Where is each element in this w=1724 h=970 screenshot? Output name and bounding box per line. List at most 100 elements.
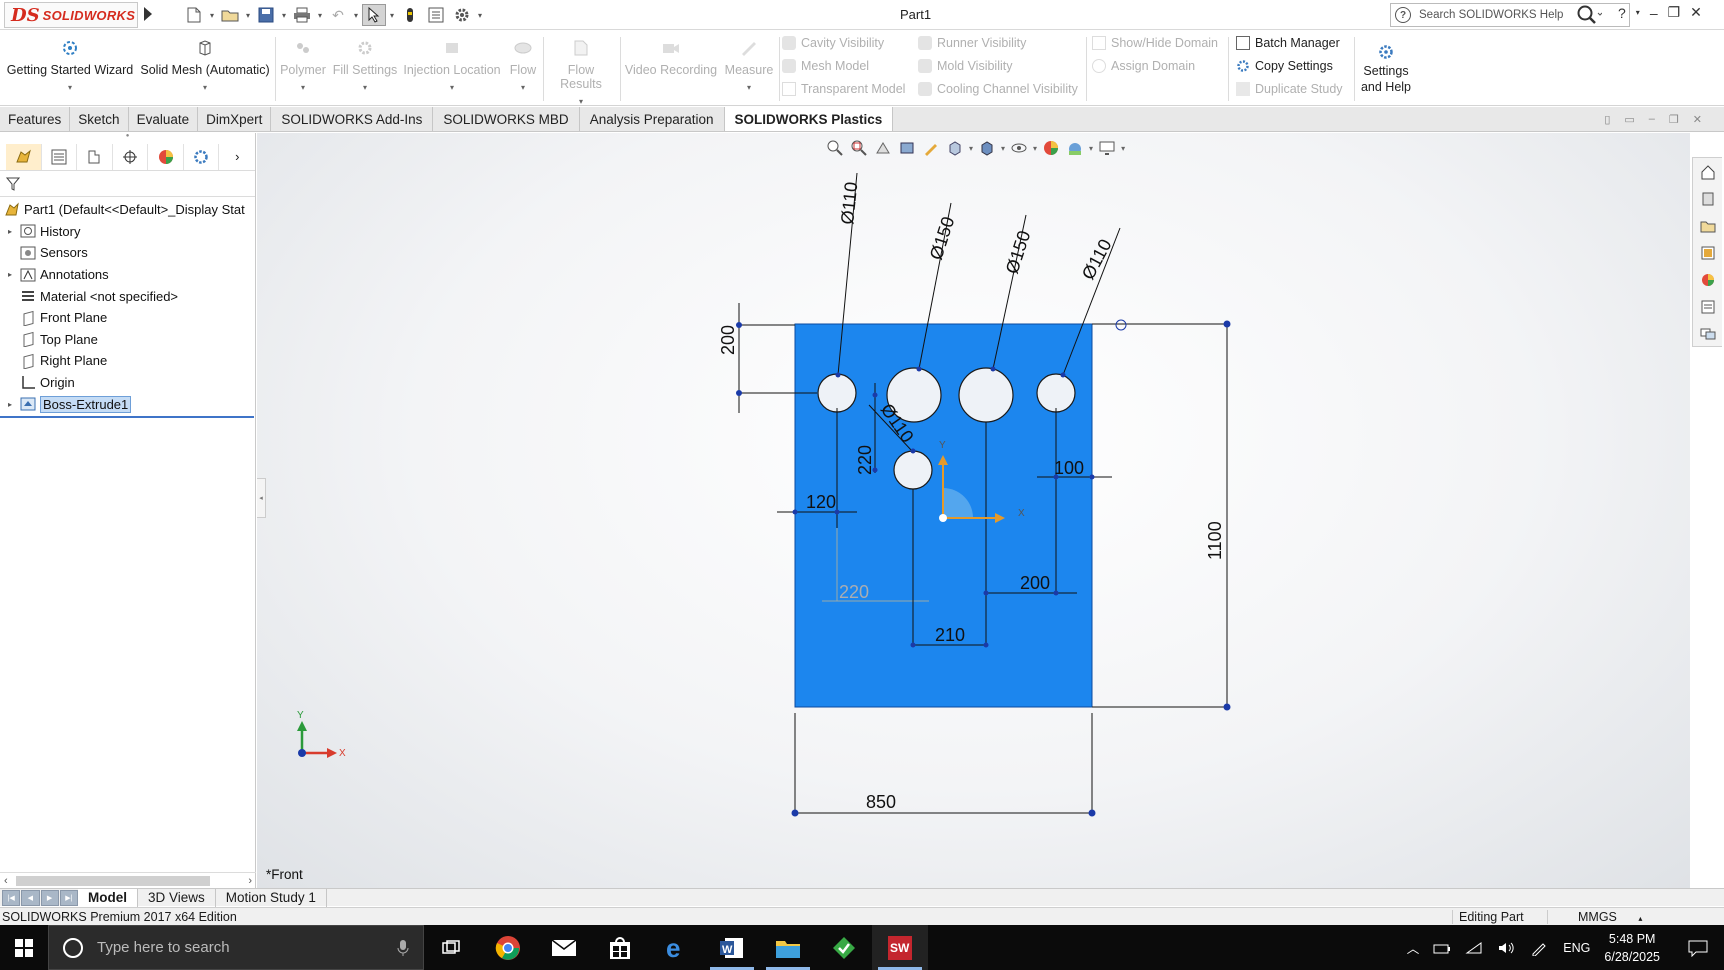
feature-tree-horizontal-scrollbar[interactable]: ‹ › (0, 872, 256, 888)
taskbar-search-input[interactable]: Type here to search (48, 925, 424, 970)
getting-started-wizard-button[interactable]: Getting Started Wizard ▾ (6, 37, 134, 92)
word-icon[interactable]: W (704, 925, 760, 970)
options-gear-icon[interactable] (450, 4, 474, 26)
video-recording-button[interactable]: Video Recording (624, 37, 718, 77)
file-properties-icon[interactable] (424, 4, 448, 26)
measure-caret-icon[interactable]: ▾ (722, 83, 776, 92)
tab-dimxpert[interactable]: DimXpert (198, 107, 272, 131)
hole-3-circle[interactable] (958, 367, 1014, 423)
help-dropdown-icon[interactable]: ▾ (1636, 8, 1640, 17)
feature-tree-rollback-bar[interactable] (0, 415, 254, 418)
task-view-icon[interactable] (424, 925, 480, 970)
tab-analysis-preparation[interactable]: Analysis Preparation (580, 107, 725, 131)
undo-icon[interactable]: ↶ (326, 4, 350, 26)
feature-manager-tab-icon[interactable] (6, 143, 42, 170)
feature-tree-item-history[interactable]: ▸ History (0, 221, 255, 243)
dim-spacing-210[interactable]: 210 (935, 625, 965, 645)
restore-icon[interactable]: ❐ (1668, 4, 1681, 21)
relation-marker-icon[interactable] (1115, 319, 1127, 331)
panel-more-arrow-icon[interactable]: › (219, 144, 255, 170)
mesh-model-button[interactable]: Mesh Model (782, 59, 869, 73)
feature-tree-item-part1[interactable]: Part1 (Default<<Default>_Display Stat (0, 199, 255, 221)
dim-hole-4-diameter[interactable]: Ø110 (1078, 236, 1116, 283)
graphics-area[interactable]: ◂ ▾ ▾ ▾ ▾ ▾ Ø110 Ø150 Ø150 Ø110 Ø110 200… (257, 133, 1690, 888)
system-clock[interactable]: 5:48 PM 6/28/2025 (1604, 930, 1660, 966)
cooling-channel-visibility-button[interactable]: Cooling Channel Visibility (918, 82, 1078, 96)
rebuild-icon[interactable] (398, 4, 422, 26)
windows-start-icon[interactable] (0, 925, 48, 970)
expand-arrow-icon[interactable]: ▸ (4, 270, 16, 279)
solid-mesh-caret-icon[interactable]: ▾ (140, 83, 270, 92)
viewport-close-icon[interactable]: ✕ (1693, 113, 1702, 126)
dim-center-hole-offset[interactable]: 220 (855, 445, 875, 475)
assign-domain-button[interactable]: Assign Domain (1092, 59, 1195, 73)
scroll-left-icon[interactable]: ‹ (4, 875, 8, 887)
show-hide-domain-button[interactable]: Show/Hide Domain (1092, 36, 1218, 50)
custom-properties-icon[interactable] (1693, 293, 1722, 320)
expand-arrow-icon[interactable]: ▸ (4, 400, 16, 409)
design-library-icon[interactable] (1693, 185, 1722, 212)
show-hidden-icons-icon[interactable]: ︿ (1407, 938, 1420, 957)
injection-location-caret-icon[interactable]: ▾ (402, 83, 502, 92)
solid-mesh-button[interactable]: Solid Mesh (Automatic) ▾ (140, 37, 270, 92)
flow-caret-icon[interactable]: ▾ (506, 83, 540, 92)
dim-left-120[interactable]: 120 (806, 492, 836, 512)
fill-settings-caret-icon[interactable]: ▾ (332, 83, 398, 92)
solidworks-taskbar-icon[interactable]: SW (872, 925, 928, 970)
next-tab-icon[interactable]: ▶ (40, 889, 59, 906)
dim-hole-3-diameter[interactable]: Ø150 (1002, 228, 1035, 276)
viewport-restore-icon[interactable]: ❐ (1669, 113, 1679, 126)
hole-1-circle[interactable] (817, 373, 857, 413)
feature-tree-item-material[interactable]: Material <not specified> (0, 285, 255, 307)
feature-tree-filter[interactable] (0, 171, 255, 197)
dim-top-offset[interactable]: 200 (718, 325, 738, 355)
solidworks-forum-icon[interactable] (1693, 320, 1722, 347)
tab-features[interactable]: Features (0, 107, 71, 131)
scrollbar-thumb[interactable] (16, 876, 210, 886)
configuration-manager-tab-icon[interactable] (77, 143, 113, 170)
display-manager-tab-icon[interactable] (148, 143, 184, 170)
select-cursor-icon[interactable] (362, 4, 386, 26)
language-indicator[interactable]: ENG (1563, 941, 1590, 955)
dim-right-100[interactable]: 100 (1054, 458, 1084, 478)
flow-button[interactable]: Flow ▾ (506, 37, 540, 92)
action-center-icon[interactable] (1688, 939, 1708, 957)
green-app-icon[interactable] (816, 925, 872, 970)
polymer-caret-icon[interactable]: ▾ (278, 83, 328, 92)
prev-tab-icon[interactable]: ◀ (21, 889, 40, 906)
search-magnifier-icon[interactable] (1576, 4, 1603, 26)
settings-and-help-button[interactable]: Settings and Help (1360, 41, 1412, 95)
feature-tree-item-annotations[interactable]: ▸ Annotations (0, 264, 255, 286)
options-dropdown-icon[interactable]: ▾ (476, 11, 484, 20)
wifi-icon[interactable] (1465, 941, 1483, 955)
measure-button[interactable]: Measure ▾ (722, 37, 776, 92)
feature-tree-item-right[interactable]: Right Plane (0, 350, 255, 372)
viewport-split-icon[interactable]: ▭ (1624, 113, 1634, 126)
select-dropdown-icon[interactable]: ▾ (388, 11, 396, 20)
duplicate-study-button[interactable]: Duplicate Study (1236, 82, 1343, 96)
minimize-icon[interactable]: – (1650, 5, 1658, 21)
wizard-caret-icon[interactable]: ▾ (6, 83, 134, 92)
mold-visibility-button[interactable]: Mold Visibility (918, 59, 1013, 73)
new-document-icon[interactable] (182, 4, 206, 26)
dim-spacing-220[interactable]: 220 (839, 582, 869, 602)
file-explorer-icon[interactable] (1693, 212, 1722, 239)
dim-width-850[interactable]: 850 (866, 792, 896, 812)
tab-solidworks-plastics[interactable]: SOLIDWORKS Plastics (724, 107, 894, 131)
save-dropdown-icon[interactable]: ▾ (280, 11, 288, 20)
fill-settings-button[interactable]: Fill Settings ▾ (332, 37, 398, 92)
polymer-button[interactable]: Polymer ▾ (278, 37, 328, 92)
mail-icon[interactable] (536, 925, 592, 970)
solidworks-resources-home-icon[interactable] (1693, 158, 1722, 185)
flow-results-button[interactable]: Flow Results ▾ (546, 37, 616, 106)
feature-tree-item-sensors[interactable]: Sensors (0, 242, 255, 264)
batch-manager-button[interactable]: Batch Manager (1236, 36, 1340, 50)
undo-dropdown-icon[interactable]: ▾ (352, 11, 360, 20)
plastics-manager-tab-icon[interactable] (184, 143, 220, 170)
feature-tree-item-front[interactable]: Front Plane (0, 307, 255, 329)
flow-results-caret-icon[interactable]: ▾ (546, 97, 616, 106)
open-dropdown-icon[interactable]: ▾ (244, 11, 252, 20)
tab-motion-study-1[interactable]: Motion Study 1 (216, 888, 327, 907)
copy-settings-button[interactable]: Copy Settings (1236, 59, 1333, 73)
solidworks-logo[interactable]: DS SOLIDWORKS (4, 2, 138, 28)
